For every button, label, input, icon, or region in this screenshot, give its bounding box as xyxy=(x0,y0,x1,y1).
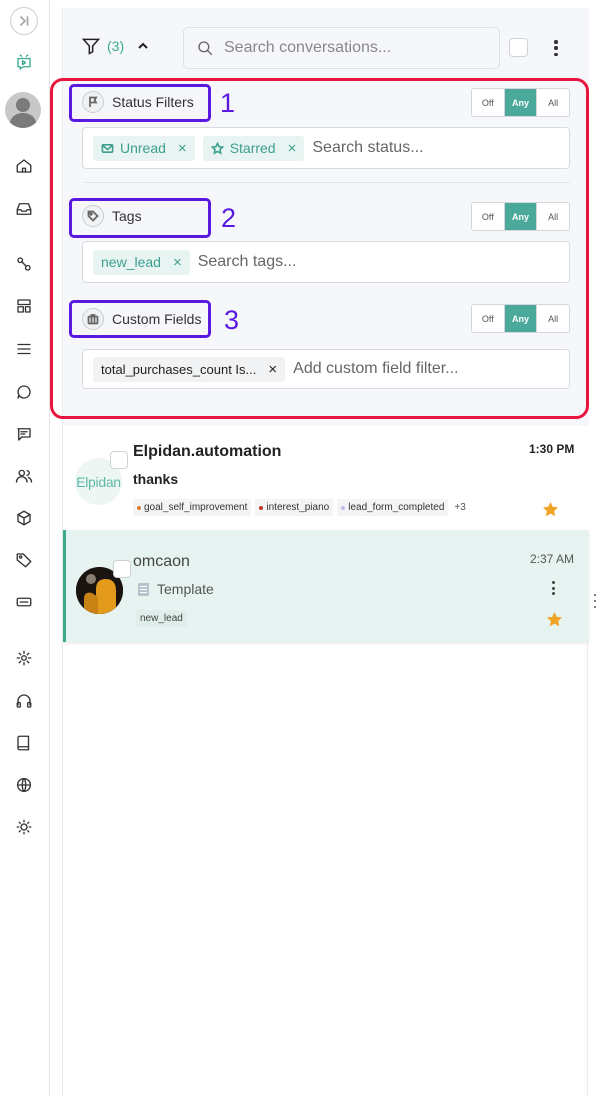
left-sidebar xyxy=(0,0,50,1096)
tags-label: Tags xyxy=(82,205,142,227)
flow-icon[interactable] xyxy=(9,249,39,279)
message-square-icon[interactable] xyxy=(9,419,39,449)
status-filters-label: Status Filters xyxy=(82,91,194,113)
star-outline-icon xyxy=(210,141,224,155)
chevron-up-icon[interactable] xyxy=(136,39,150,53)
filter-toggle-button[interactable]: (3) xyxy=(81,36,150,56)
user-avatar[interactable] xyxy=(5,92,41,128)
star-icon[interactable] xyxy=(546,611,563,628)
box-icon[interactable] xyxy=(9,503,39,533)
status-mode-off[interactable]: Off xyxy=(472,89,504,116)
search-input[interactable] xyxy=(224,39,484,57)
search-icon xyxy=(198,41,213,56)
tag-badge: lead_form_completed xyxy=(337,499,449,516)
keyboard-icon[interactable] xyxy=(9,587,39,617)
active-filter-count: (3) xyxy=(107,38,125,54)
tags-mode-off[interactable]: Off xyxy=(472,203,504,230)
menu-list-icon[interactable] xyxy=(9,334,39,364)
custom-fields-mode-all[interactable]: All xyxy=(536,305,569,332)
annotation-number-2: 2 xyxy=(221,203,237,233)
more-options-icon[interactable] xyxy=(550,38,562,58)
home-icon[interactable] xyxy=(9,151,39,181)
globe-icon[interactable] xyxy=(9,770,39,800)
template-icon xyxy=(138,582,149,596)
chat-brand-icon[interactable] xyxy=(9,48,39,78)
tag-badge: goal_self_improvement xyxy=(133,499,252,516)
annotation-number-3: 3 xyxy=(224,305,240,335)
tag-chip-new-lead: new_lead × xyxy=(93,249,190,275)
divider xyxy=(83,182,570,183)
conversation-menu-icon[interactable] xyxy=(548,580,558,596)
headphones-icon[interactable] xyxy=(9,686,39,716)
tag-badge: new_lead xyxy=(136,610,187,627)
tag-icon[interactable] xyxy=(9,545,39,575)
flag-icon xyxy=(82,91,104,113)
remove-chip-icon[interactable]: × xyxy=(268,361,277,378)
custom-fields-filter-input[interactable]: total_purchases_count Is... × xyxy=(82,349,570,389)
custom-fields-mode-off[interactable]: Off xyxy=(472,305,504,332)
status-chip-starred: Starred × xyxy=(202,135,305,161)
collapse-sidebar-button[interactable] xyxy=(10,7,38,35)
status-chip-unread: Unread × xyxy=(93,135,195,161)
contacts-icon[interactable] xyxy=(9,461,39,491)
status-mode-any[interactable]: Any xyxy=(503,89,537,116)
conversation-time: 1:30 PM xyxy=(529,442,575,456)
annotation-number-1: 1 xyxy=(220,88,236,118)
tags-search-input[interactable] xyxy=(197,253,569,271)
custom-field-chip: total_purchases_count Is... × xyxy=(93,356,286,382)
briefcase-icon xyxy=(82,308,104,330)
conversations-panel: (3) Status Filters Off Any All Unread × … xyxy=(62,8,589,1096)
resize-handle[interactable] xyxy=(594,594,598,608)
contact-name: omcaon xyxy=(133,553,190,570)
custom-field-input[interactable] xyxy=(293,360,569,378)
collapse-icon xyxy=(20,16,29,26)
tags-mode-any[interactable]: Any xyxy=(503,203,537,230)
conversation-tags: goal_self_improvement interest_piano lea… xyxy=(133,499,466,516)
funnel-icon xyxy=(81,38,101,55)
last-message: thanks xyxy=(133,471,179,487)
conversation-checkbox[interactable] xyxy=(113,560,131,578)
conversation-time: 2:37 AM xyxy=(530,552,575,566)
user-avatar-icon xyxy=(9,98,37,128)
tag-icon xyxy=(82,205,104,227)
conversation-search[interactable] xyxy=(183,27,500,69)
status-search-input[interactable] xyxy=(312,139,569,157)
remove-chip-icon[interactable]: × xyxy=(173,254,182,271)
status-filter-input[interactable]: Unread × Starred × xyxy=(82,127,570,169)
star-icon[interactable] xyxy=(542,501,559,518)
sun-icon[interactable] xyxy=(9,812,39,842)
inbox-icon[interactable] xyxy=(9,194,39,224)
contact-name: Elpidan.automation xyxy=(133,443,282,460)
remove-chip-icon[interactable]: × xyxy=(288,140,297,157)
tags-filter-input[interactable]: new_lead × xyxy=(82,241,570,283)
status-mode-all[interactable]: All xyxy=(536,89,569,116)
settings-icon[interactable] xyxy=(9,643,39,673)
conversation-item-selected[interactable]: omcaon 2:37 AM Template new_lead xyxy=(63,530,589,642)
chat-bubble-icon[interactable] xyxy=(9,377,39,407)
more-tags-count[interactable]: +3 xyxy=(454,502,465,513)
custom-fields-mode-toggle[interactable]: Off Any All xyxy=(471,304,570,333)
custom-fields-mode-any[interactable]: Any xyxy=(503,305,537,332)
custom-fields-label: Custom Fields xyxy=(82,308,201,330)
mail-icon xyxy=(101,143,114,153)
conversation-checkbox[interactable] xyxy=(110,451,128,469)
tags-mode-all[interactable]: All xyxy=(536,203,569,230)
conversation-item[interactable]: Elpidan Elpidan.automation 1:30 PM thank… xyxy=(63,426,589,531)
remove-chip-icon[interactable]: × xyxy=(178,140,187,157)
status-mode-toggle[interactable]: Off Any All xyxy=(471,88,570,117)
conversation-tags: new_lead xyxy=(136,610,187,627)
tags-mode-toggle[interactable]: Off Any All xyxy=(471,202,570,231)
tag-badge: interest_piano xyxy=(255,499,334,516)
last-message: Template xyxy=(138,581,214,597)
layout-icon[interactable] xyxy=(9,291,39,321)
select-all-checkbox[interactable] xyxy=(509,38,528,57)
book-icon[interactable] xyxy=(9,728,39,758)
